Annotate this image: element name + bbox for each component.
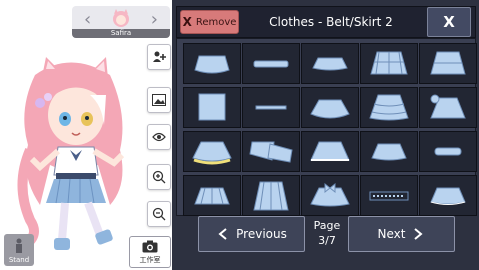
item-flared-skirt[interactable] xyxy=(301,87,359,128)
chevron-right-icon xyxy=(414,228,424,240)
next-character-button[interactable]: › xyxy=(151,10,158,30)
close-icon: X xyxy=(443,13,455,31)
add-character-button[interactable] xyxy=(147,44,171,70)
previous-label: Previous xyxy=(236,227,287,241)
ruffle-skirt-icon xyxy=(194,55,230,73)
remove-label: Remove xyxy=(195,16,237,28)
image-icon xyxy=(152,94,166,106)
zoom-in-icon xyxy=(152,170,166,184)
item-layered-ruffle-skirt[interactable] xyxy=(360,87,418,128)
close-button[interactable]: X xyxy=(427,7,471,37)
stand-label: Stand xyxy=(8,256,30,264)
item-thin-belt[interactable] xyxy=(242,87,300,128)
character-name: Safira xyxy=(72,29,170,38)
clothes-panel: X Remove Clothes - Belt/Skirt 2 X Previo… xyxy=(172,0,479,270)
bow-tutu-skirt-icon xyxy=(310,182,350,206)
eye-icon xyxy=(152,132,166,142)
item-bow-tutu-skirt[interactable] xyxy=(301,175,359,216)
add-person-icon xyxy=(153,51,166,62)
item-ruffle-skirt[interactable] xyxy=(183,43,241,84)
item-frilled-mini-skirt[interactable] xyxy=(419,175,477,216)
plain-belt-icon xyxy=(253,60,289,67)
item-long-pleated-skirt[interactable] xyxy=(242,175,300,216)
belt-with-buckle-icon xyxy=(249,141,293,163)
straight-skirt-icon xyxy=(198,93,226,120)
scallop-skirt-icon xyxy=(371,143,407,160)
item-tiered-skirt[interactable] xyxy=(419,43,477,84)
zoom-out-icon xyxy=(152,207,166,221)
frilled-mini-skirt-icon xyxy=(430,187,466,205)
page-value: 3/7 xyxy=(318,234,336,247)
character-selector: ‹ › Safira xyxy=(72,6,170,38)
remove-x-icon: X xyxy=(182,15,192,29)
stand-pose-icon xyxy=(16,238,22,253)
thin-belt-icon xyxy=(255,105,287,109)
flared-skirt-icon xyxy=(310,99,350,118)
item-belt-with-buckle[interactable] xyxy=(242,131,300,172)
next-button[interactable]: Next xyxy=(348,216,455,252)
item-pleated-skirt[interactable] xyxy=(183,175,241,216)
camera-icon xyxy=(142,240,158,253)
bow-skirt-icon xyxy=(430,94,466,118)
prev-character-button[interactable]: ‹ xyxy=(84,10,91,30)
item-patterned-belt[interactable] xyxy=(360,175,418,216)
chevron-left-icon xyxy=(218,228,227,240)
character-avatar-icon[interactable] xyxy=(110,8,132,28)
item-grid xyxy=(176,38,477,216)
frilly-yellow-skirt-icon xyxy=(192,141,232,164)
item-small-belt[interactable] xyxy=(419,131,477,172)
studio-label: 工作室 xyxy=(139,256,161,264)
remove-button[interactable]: X Remove xyxy=(180,10,239,34)
background-button[interactable] xyxy=(147,87,171,113)
page-indicator: Page 3/7 xyxy=(304,218,350,248)
item-lace-skirt[interactable] xyxy=(301,131,359,172)
character-area: ‹ › Safira Stand 工作室 xyxy=(0,0,172,270)
stand-button[interactable]: Stand xyxy=(4,234,34,266)
panel-title: Clothes - Belt/Skirt 2 xyxy=(269,15,393,29)
plaid-skirt-icon xyxy=(370,51,408,74)
tiered-skirt-icon xyxy=(430,51,466,74)
long-pleated-skirt-icon xyxy=(253,181,289,210)
character-preview[interactable] xyxy=(10,55,140,260)
item-short-skirt[interactable] xyxy=(301,43,359,84)
item-frilly-yellow-skirt[interactable] xyxy=(183,131,241,172)
panel-header: X Remove Clothes - Belt/Skirt 2 X xyxy=(176,6,476,38)
item-scallop-skirt[interactable] xyxy=(360,131,418,172)
pager: Previous Page 3/7 Next xyxy=(176,216,474,266)
short-skirt-icon xyxy=(312,57,348,70)
zoom-in-button[interactable] xyxy=(147,164,171,190)
item-bow-skirt[interactable] xyxy=(419,87,477,128)
lace-skirt-icon xyxy=(310,141,350,161)
next-label: Next xyxy=(377,227,406,241)
pleated-skirt-icon xyxy=(194,187,230,204)
item-plain-belt[interactable] xyxy=(242,43,300,84)
previous-button[interactable]: Previous xyxy=(198,216,305,252)
page-label: Page xyxy=(313,219,341,232)
item-straight-skirt[interactable] xyxy=(183,87,241,128)
studio-button[interactable]: 工作室 xyxy=(129,236,171,268)
layered-ruffle-skirt-icon xyxy=(369,94,409,120)
small-belt-icon xyxy=(434,147,462,155)
zoom-out-button[interactable] xyxy=(147,201,171,227)
patterned-belt-icon xyxy=(369,191,409,200)
toggle-visibility-button[interactable] xyxy=(147,124,171,150)
item-plaid-skirt[interactable] xyxy=(360,43,418,84)
